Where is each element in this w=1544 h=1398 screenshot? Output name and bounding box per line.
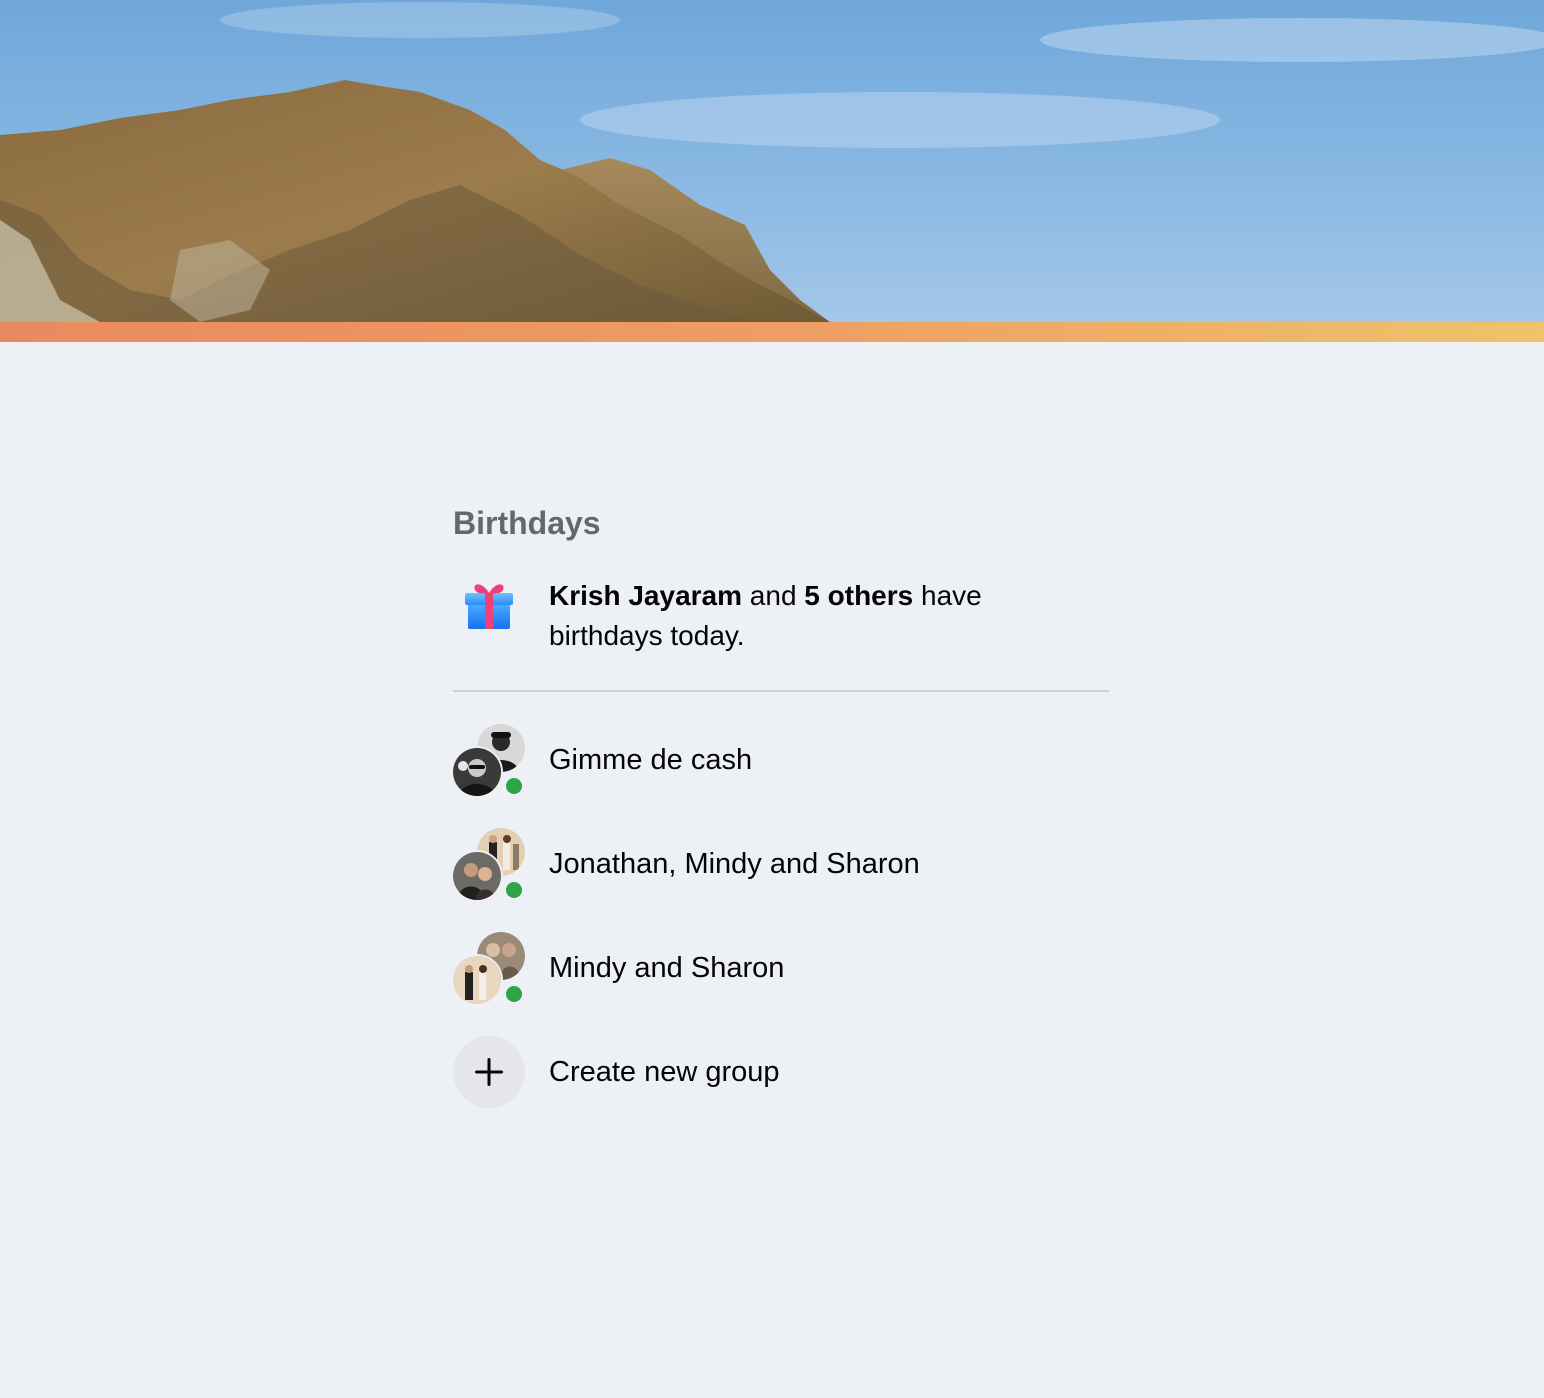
online-status-indicator	[506, 778, 522, 794]
create-new-group-button[interactable]: Create new group	[453, 1032, 1109, 1112]
desktop-wallpaper	[0, 0, 1544, 342]
birthday-person-name[interactable]: Krish Jayaram	[549, 580, 742, 611]
group-chat-gimme-de-cash[interactable]: Gimme de cash	[453, 720, 1109, 800]
birthday-connector: and	[742, 580, 805, 611]
birthday-message: Krish Jayaram and 5 others have birthday…	[549, 576, 1049, 656]
group-avatar	[453, 932, 525, 1004]
group-name: Mindy and Sharon	[549, 951, 785, 984]
birthday-others-count[interactable]: 5 others	[804, 580, 913, 611]
member-avatar	[453, 852, 501, 900]
member-avatar	[453, 748, 501, 796]
plus-icon	[453, 1036, 525, 1108]
group-avatar	[453, 724, 525, 796]
group-chat-mindy-sharon[interactable]: Mindy and Sharon	[453, 928, 1109, 1008]
member-avatar	[453, 956, 501, 1004]
group-name: Jonathan, Mindy and Sharon	[549, 847, 920, 880]
birthdays-heading: Birthdays	[453, 505, 601, 541]
online-status-indicator	[506, 986, 522, 1002]
section-divider	[453, 690, 1109, 692]
group-avatar	[453, 828, 525, 900]
contacts-panel: Birthdays Krish Jayaram and 5 others hav…	[453, 500, 1109, 1136]
online-status-indicator	[506, 882, 522, 898]
create-group-label: Create new group	[549, 1055, 780, 1088]
group-chat-jonathan-mindy-sharon[interactable]: Jonathan, Mindy and Sharon	[453, 824, 1109, 904]
group-name: Gimme de cash	[549, 743, 753, 776]
birthday-notice[interactable]: Krish Jayaram and 5 others have birthday…	[453, 576, 1109, 656]
gift-icon	[453, 568, 525, 640]
